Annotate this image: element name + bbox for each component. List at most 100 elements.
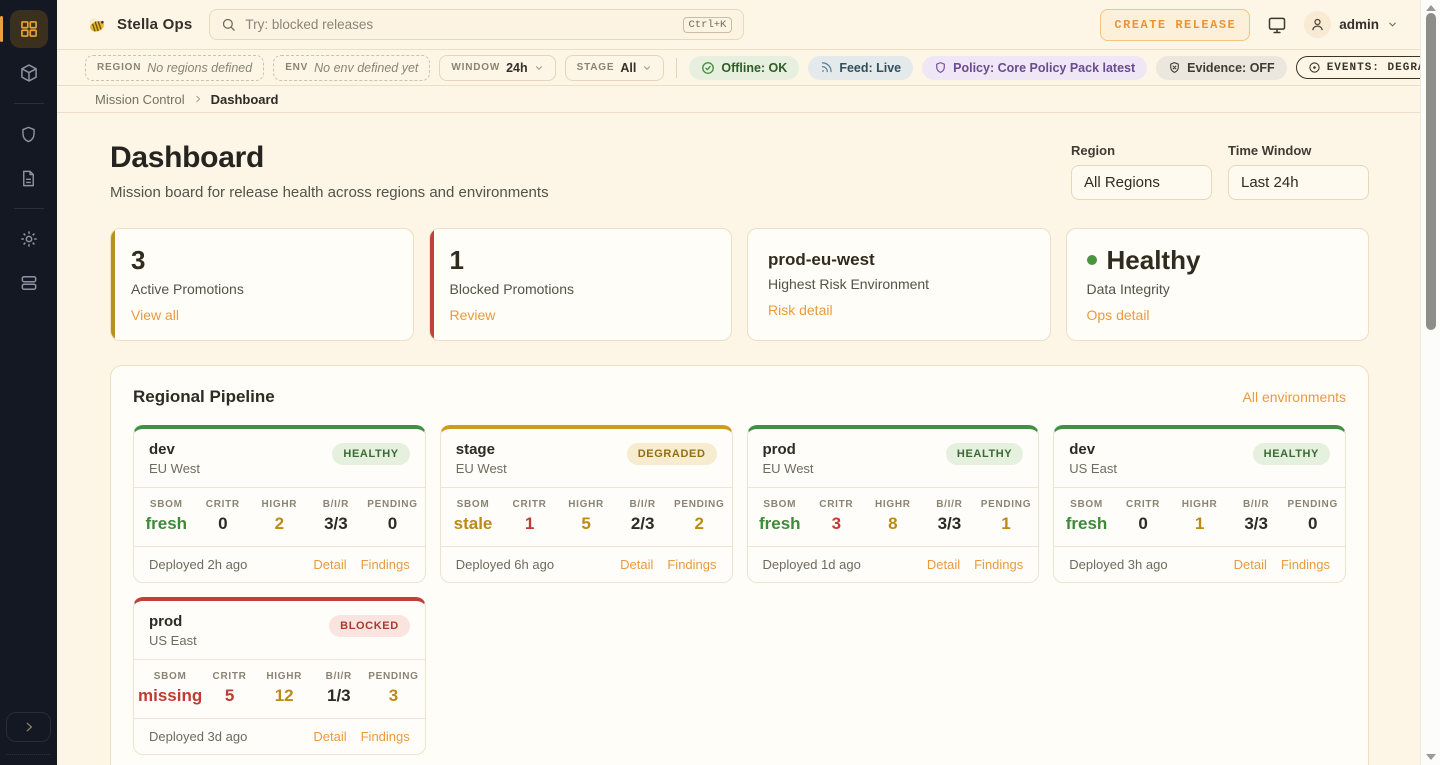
rss-icon	[820, 61, 833, 74]
pipeline-card-header: dev EU West HEALTHY	[134, 429, 425, 487]
status-badge: HEALTHY	[1253, 443, 1330, 465]
bir-stat: B/I/R 1/3	[312, 671, 367, 706]
sidebar-item-settings[interactable]	[10, 220, 48, 258]
window-filter-pill[interactable]: WINDOW 24h	[439, 55, 555, 81]
bir-stat-value: 3/3	[308, 514, 365, 534]
bir-stat-label: B/I/R	[312, 671, 367, 682]
environment-name: dev	[1069, 441, 1117, 458]
user-menu[interactable]: admin	[1304, 11, 1398, 38]
view-all-link[interactable]: View all	[131, 307, 179, 323]
pipeline-card-titles: prod EU West	[763, 441, 814, 476]
main-area: Stella Ops Ctrl+K CREATE RELEASE	[57, 0, 1420, 765]
stage-pill-value: All	[620, 61, 636, 75]
stage-filter-pill[interactable]: STAGE All	[565, 55, 665, 81]
all-environments-link[interactable]: All environments	[1243, 389, 1347, 405]
sidebar-item-dashboard[interactable]	[10, 10, 48, 48]
region-filter: Region All Regions	[1071, 143, 1212, 200]
time-window-select[interactable]: Last 24h	[1228, 165, 1369, 200]
ops-detail-link[interactable]: Ops detail	[1087, 307, 1150, 323]
sbom-stat-label: SBOM	[138, 671, 202, 682]
region-select[interactable]: All Regions	[1071, 165, 1212, 200]
detail-link[interactable]: Detail	[1234, 557, 1267, 572]
critr-stat-label: CRITR	[202, 671, 257, 682]
blocked-promotions-label: Blocked Promotions	[450, 281, 712, 297]
region-filter-label: Region	[1071, 143, 1212, 158]
pending-stat-label: PENDING	[1284, 499, 1341, 510]
grid-icon	[19, 19, 39, 39]
monitor-icon	[1267, 15, 1287, 35]
bir-stat-label: B/I/R	[921, 499, 978, 510]
status-badge: BLOCKED	[329, 615, 410, 637]
shield-x-icon	[1168, 61, 1181, 74]
search-input[interactable]	[245, 17, 673, 32]
pending-stat: PENDING 3	[366, 671, 421, 706]
risk-detail-link[interactable]: Risk detail	[768, 302, 833, 318]
sidebar-item-infrastructure[interactable]	[10, 264, 48, 302]
display-mode-button[interactable]	[1267, 15, 1287, 35]
shield-icon	[934, 61, 947, 74]
deployed-time: Deployed 2h ago	[149, 557, 247, 572]
pipeline-card-links: Detail Findings	[927, 557, 1023, 572]
findings-link[interactable]: Findings	[361, 729, 410, 744]
sidebar-footer-divider	[6, 754, 51, 755]
regional-pipeline-panel: Regional Pipeline All environments dev E…	[110, 365, 1369, 765]
pending-stat-value: 0	[364, 514, 421, 534]
sidebar-divider	[14, 103, 44, 104]
pipeline-card: dev US East HEALTHY SBOM fresh CRITR	[1053, 425, 1346, 583]
breadcrumb-mission-control[interactable]: Mission Control	[95, 92, 185, 107]
review-link[interactable]: Review	[450, 307, 496, 323]
detail-link[interactable]: Detail	[620, 557, 653, 572]
highr-stat-value: 8	[865, 514, 922, 534]
detail-link[interactable]: Detail	[313, 729, 346, 744]
sidebar-expand-button[interactable]	[6, 712, 51, 742]
blocked-promotions-value: 1	[450, 246, 712, 275]
sidebar-item-security[interactable]	[10, 115, 48, 153]
env-filter-pill[interactable]: ENV No env defined yet	[273, 55, 430, 81]
pipeline-card-stats: SBOM fresh CRITR 3 HIGHR 8	[748, 487, 1039, 546]
pending-stat-value: 3	[366, 686, 421, 706]
highr-stat-value: 2	[251, 514, 308, 534]
pipeline-card-stats: SBOM fresh CRITR 0 HIGHR 2	[134, 487, 425, 546]
evidence-status-chip[interactable]: Evidence: OFF	[1156, 56, 1287, 80]
environment-name: dev	[149, 441, 200, 458]
critr-stat: CRITR 3	[808, 499, 865, 534]
active-promotions-card: 3 Active Promotions View all	[110, 228, 414, 341]
search-bar[interactable]: Ctrl+K	[209, 9, 744, 40]
scrollbar-up-arrow[interactable]	[1426, 5, 1436, 11]
bir-stat-value: 3/3	[921, 514, 978, 534]
pipeline-card-footer: Deployed 1d ago Detail Findings	[748, 546, 1039, 582]
stats-row: 3 Active Promotions View all 1 Blocked P…	[110, 228, 1369, 341]
sbom-stat-value: fresh	[1058, 514, 1115, 534]
status-badge: DEGRADED	[627, 443, 717, 465]
pipeline-card-header: prod US East BLOCKED	[134, 601, 425, 659]
search-shortcut-hint: Ctrl+K	[683, 17, 733, 33]
bir-stat-value: 2/3	[614, 514, 671, 534]
detail-link[interactable]: Detail	[927, 557, 960, 572]
findings-link[interactable]: Findings	[667, 557, 716, 572]
findings-link[interactable]: Findings	[361, 557, 410, 572]
scrollbar-thumb[interactable]	[1426, 13, 1436, 330]
deployed-time: Deployed 1d ago	[763, 557, 861, 572]
sbom-stat: SBOM fresh	[1058, 499, 1115, 534]
sidebar-item-documents[interactable]	[10, 159, 48, 197]
feed-status-chip[interactable]: Feed: Live	[808, 56, 913, 80]
sidebar-item-releases[interactable]	[10, 54, 48, 92]
findings-link[interactable]: Findings	[974, 557, 1023, 572]
region-filter-pill[interactable]: REGION No regions defined	[85, 55, 264, 81]
offline-status-chip[interactable]: Offline: OK	[689, 56, 799, 80]
environment-region: EU West	[456, 461, 507, 476]
critr-stat: CRITR 5	[202, 671, 257, 706]
highr-stat-label: HIGHR	[257, 671, 312, 682]
events-status-chip[interactable]: EVENTS: DEGRADED	[1296, 56, 1440, 79]
detail-link[interactable]: Detail	[313, 557, 346, 572]
findings-link[interactable]: Findings	[1281, 557, 1330, 572]
chevron-down-icon	[1387, 19, 1398, 30]
scrollbar-down-arrow[interactable]	[1426, 754, 1436, 760]
pending-stat-value: 1	[978, 514, 1035, 534]
create-release-button[interactable]: CREATE RELEASE	[1100, 9, 1250, 41]
critr-stat-value: 0	[195, 514, 252, 534]
highr-stat: HIGHR 5	[558, 499, 615, 534]
pipeline-card: prod EU West HEALTHY SBOM fresh CRIT	[747, 425, 1040, 583]
bir-stat-value: 1/3	[312, 686, 367, 706]
policy-status-chip[interactable]: Policy: Core Policy Pack latest	[922, 56, 1147, 80]
